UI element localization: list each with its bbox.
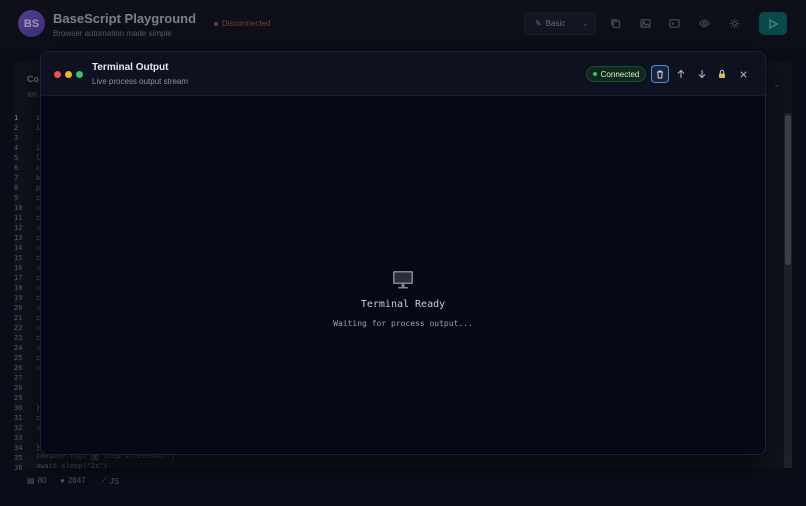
terminal-title: Terminal Output <box>92 62 169 73</box>
minimize-dot-icon[interactable] <box>65 71 72 78</box>
arrow-down-icon <box>698 70 706 79</box>
clear-button[interactable] <box>651 65 669 83</box>
terminal-subtitle: Live process output stream <box>92 77 189 86</box>
status-badge-label: Connected <box>600 69 640 79</box>
scroll-top-button[interactable] <box>672 65 690 83</box>
close-dot-icon[interactable] <box>54 71 61 78</box>
status-dot-icon <box>592 72 597 76</box>
status-badge: Connected <box>586 66 646 82</box>
terminal-modal: Terminal Output Live process output stre… <box>40 51 766 455</box>
trash-icon <box>657 70 663 79</box>
lock-scroll-button[interactable] <box>713 65 731 83</box>
monitor-icon <box>393 271 413 289</box>
terminal-header: Terminal Output Live process output stre… <box>41 52 765 96</box>
arrow-up-icon <box>677 69 685 78</box>
terminal-ready-title: Terminal Ready <box>360 299 446 310</box>
close-icon <box>739 70 747 78</box>
terminal-ready-subtitle: Waiting for process output... <box>333 319 473 328</box>
close-button[interactable] <box>734 65 752 83</box>
terminal-output[interactable]: Terminal Ready Waiting for process outpu… <box>41 96 765 454</box>
scroll-bottom-button[interactable] <box>693 65 711 83</box>
maximize-dot-icon[interactable] <box>76 71 83 78</box>
lock-icon <box>719 69 725 78</box>
